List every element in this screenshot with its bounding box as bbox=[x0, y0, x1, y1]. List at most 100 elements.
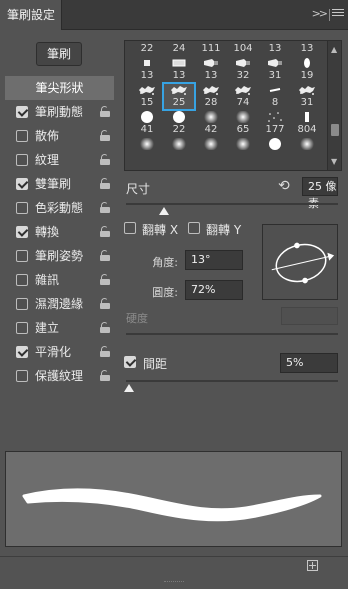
new-brush-icon[interactable] bbox=[307, 560, 318, 571]
flip-y-checkbox[interactable] bbox=[188, 222, 200, 234]
brush-preset[interactable]: 177 bbox=[259, 110, 291, 137]
size-slider-track[interactable] bbox=[126, 203, 338, 205]
flip-x-checkbox[interactable] bbox=[124, 222, 136, 234]
lock-icon[interactable] bbox=[100, 178, 110, 189]
sidebar-item-checkbox[interactable] bbox=[16, 226, 28, 238]
lock-icon[interactable] bbox=[100, 106, 110, 117]
brush-preset[interactable]: 28 bbox=[195, 83, 227, 110]
brush-size-number: 24 bbox=[172, 43, 186, 54]
sidebar-item-label: 筆尖形狀 bbox=[35, 81, 84, 95]
brush-size-number: 13 bbox=[268, 43, 282, 54]
sidebar-item[interactable]: 散佈 bbox=[5, 124, 114, 148]
brush-tip-icon bbox=[234, 137, 252, 151]
brush-preset[interactable]: 19 bbox=[291, 56, 323, 83]
sidebar-item-checkbox[interactable] bbox=[16, 250, 28, 262]
lock-icon[interactable] bbox=[100, 130, 110, 141]
scrollbar-thumb[interactable] bbox=[331, 124, 339, 136]
sidebar-item-checkbox[interactable] bbox=[16, 178, 28, 190]
brush-tip-icon bbox=[266, 111, 284, 123]
brush-preset[interactable]: 13 bbox=[131, 56, 163, 83]
angle-field[interactable]: 13° bbox=[185, 250, 243, 270]
sidebar-item[interactable]: 色彩動態 bbox=[5, 196, 114, 220]
sidebar-item[interactable]: 平滑化 bbox=[5, 340, 114, 364]
sidebar-item-checkbox[interactable] bbox=[16, 274, 28, 286]
sidebar-item[interactable]: 建立 bbox=[5, 316, 114, 340]
sidebar-item-label: 筆刷姿勢 bbox=[35, 249, 84, 263]
reset-size-icon[interactable]: ⟲ bbox=[278, 179, 292, 193]
brush-preset[interactable]: 31 bbox=[291, 83, 323, 110]
angle-label: 角度: bbox=[152, 256, 178, 269]
resize-grip[interactable] bbox=[164, 581, 184, 583]
brush-preset[interactable] bbox=[291, 137, 323, 164]
sidebar-item-checkbox[interactable] bbox=[16, 298, 28, 310]
brush-tip-icon bbox=[138, 111, 156, 123]
brushes-button[interactable]: 筆刷 bbox=[36, 42, 82, 66]
lock-icon[interactable] bbox=[100, 154, 110, 165]
sidebar-item-checkbox[interactable] bbox=[16, 154, 28, 166]
brush-preset[interactable]: 13 bbox=[163, 56, 195, 83]
brush-preset[interactable] bbox=[259, 137, 291, 164]
sidebar-item-checkbox[interactable] bbox=[16, 370, 28, 382]
brush-preset[interactable]: 32 bbox=[227, 56, 259, 83]
hardness-slider-track bbox=[126, 333, 338, 335]
brush-preset[interactable] bbox=[195, 137, 227, 164]
brush-tip-icon bbox=[202, 57, 220, 69]
sidebar-item[interactable]: 筆尖形狀 bbox=[5, 76, 114, 100]
chevron-up-icon[interactable]: ▲ bbox=[331, 45, 337, 54]
sidebar-item[interactable]: 雜訊 bbox=[5, 268, 114, 292]
sidebar-item-checkbox[interactable] bbox=[16, 322, 28, 334]
sidebar-item[interactable]: 轉換 bbox=[5, 220, 114, 244]
sidebar-item[interactable]: 筆刷姿勢 bbox=[5, 244, 114, 268]
brush-preset[interactable] bbox=[227, 137, 259, 164]
lock-icon[interactable] bbox=[100, 250, 110, 261]
grid-scrollbar[interactable]: ▲ ▼ bbox=[327, 41, 341, 170]
lock-icon[interactable] bbox=[100, 346, 110, 357]
brush-size-label: 104 bbox=[227, 41, 259, 56]
sidebar-item-checkbox[interactable] bbox=[16, 202, 28, 214]
brush-preset[interactable] bbox=[163, 137, 195, 164]
spacing-slider-thumb[interactable] bbox=[124, 384, 134, 392]
brush-preset[interactable]: 8 bbox=[259, 83, 291, 110]
brush-preset-selected[interactable]: 25 bbox=[162, 82, 196, 111]
brush-preset[interactable]: 22 bbox=[163, 110, 195, 137]
sidebar-item[interactable]: 保護紋理 bbox=[5, 364, 114, 388]
sidebar-item-checkbox[interactable] bbox=[16, 346, 28, 358]
roundness-field[interactable]: 72% bbox=[185, 280, 243, 300]
brush-preset[interactable]: 804 bbox=[291, 110, 323, 137]
brush-preset[interactable]: 15 bbox=[131, 83, 163, 110]
sidebar-item[interactable]: 紋理 bbox=[5, 148, 114, 172]
sidebar-item[interactable]: 筆刷動態 bbox=[5, 100, 114, 124]
brush-preset[interactable]: 41 bbox=[131, 110, 163, 137]
sidebar-item[interactable]: 濕潤邊緣 bbox=[5, 292, 114, 316]
size-field[interactable]: 25 像素 bbox=[302, 177, 338, 210]
double-chevron-right-icon[interactable]: >> bbox=[312, 7, 329, 20]
sidebar-item[interactable]: 雙筆刷 bbox=[5, 172, 114, 196]
lock-icon[interactable] bbox=[100, 370, 110, 381]
chevron-down-icon[interactable]: ▼ bbox=[331, 157, 337, 166]
brush-preset[interactable]: 31 bbox=[259, 56, 291, 83]
brush-preset[interactable]: 65 bbox=[227, 110, 259, 137]
lock-icon[interactable] bbox=[100, 298, 110, 309]
brush-tip-icon bbox=[298, 111, 316, 123]
lock-icon[interactable] bbox=[100, 202, 110, 213]
tab-brush-settings[interactable]: 筆刷設定 bbox=[0, 0, 62, 30]
size-slider-thumb[interactable] bbox=[158, 207, 169, 215]
angle-roundness-preview[interactable] bbox=[262, 224, 338, 300]
sidebar-item-checkbox[interactable] bbox=[16, 130, 28, 142]
brush-size-label: 24 bbox=[163, 41, 195, 56]
brush-size-label: 22 bbox=[131, 41, 163, 56]
sidebar-item-checkbox[interactable] bbox=[16, 106, 28, 118]
spacing-slider-track[interactable] bbox=[126, 380, 338, 382]
lock-icon[interactable] bbox=[100, 274, 110, 285]
spacing-field[interactable]: 5% bbox=[280, 353, 338, 373]
brush-preset[interactable]: 74 bbox=[227, 83, 259, 110]
brush-preset[interactable] bbox=[131, 137, 163, 164]
lock-icon[interactable] bbox=[100, 322, 110, 333]
brush-preset[interactable]: 13 bbox=[195, 56, 227, 83]
brush-preset[interactable]: 42 bbox=[195, 110, 227, 137]
lock-icon[interactable] bbox=[100, 226, 110, 237]
hamburger-menu-icon[interactable] bbox=[332, 7, 344, 19]
spacing-checkbox[interactable] bbox=[124, 356, 136, 368]
brush-tip-icon bbox=[266, 57, 284, 69]
brush-size-number: 42 bbox=[204, 124, 218, 135]
